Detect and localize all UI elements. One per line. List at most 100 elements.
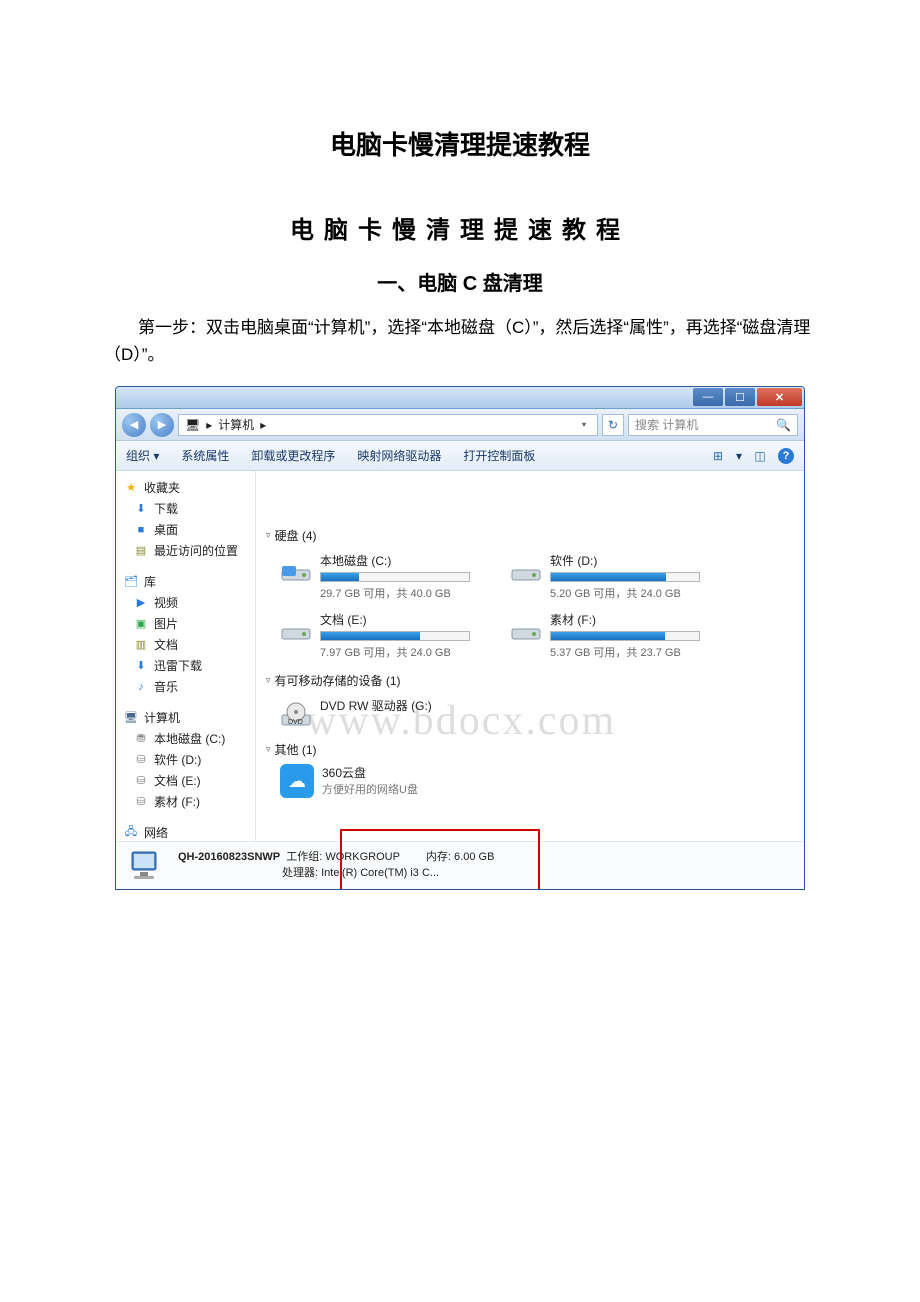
category-hard-drives[interactable]: ▿ 硬盘 (4) <box>266 525 794 546</box>
drive-icon <box>510 611 542 643</box>
breadcrumb-label: 计算机 <box>218 416 254 433</box>
drive-c[interactable]: 本地磁盘 (C:) 29.7 GB 可用，共 40.0 GB <box>280 552 480 601</box>
maximize-button[interactable]: ☐ <box>725 388 755 406</box>
cloud-title: 360云盘 <box>322 764 418 781</box>
explorer-body: ★ 收藏夹 ⬇下载 ■桌面 ▤最近访问的位置 🗂库 ▶视频 ▣图片 ▥文档 ⬇迅雷… <box>116 471 804 841</box>
drive-icon <box>510 552 542 584</box>
picture-icon: ▣ <box>134 617 148 631</box>
computer-name: QH-20160823SNWP <box>178 851 280 863</box>
drive-icon: ⛃ <box>134 732 148 746</box>
category-removable[interactable]: ▿有可移动存储的设备 (1) <box>266 670 794 691</box>
removable-grid: DVD DVD RW 驱动器 (G:) <box>266 691 794 739</box>
sidebar-item-label: 最近访问的位置 <box>154 542 238 559</box>
drive-capacity: 29.7 GB 可用，共 40.0 GB <box>320 585 480 601</box>
sidebar-computer[interactable]: 🖥 计算机 <box>116 707 255 728</box>
collapse-icon: ▿ <box>266 530 271 541</box>
category-other[interactable]: ▿其他 (1) <box>266 739 794 760</box>
view-mode-icon[interactable]: ⊞ <box>710 448 726 464</box>
drive-capacity: 5.20 GB 可用，共 24.0 GB <box>550 585 710 601</box>
control-panel-button[interactable]: 打开控制面板 <box>463 447 535 464</box>
sidebar-item-videos[interactable]: ▶视频 <box>116 592 255 613</box>
sidebar-item-drive-d[interactable]: ⛁软件 (D:) <box>116 749 255 770</box>
sidebar-item-label: 文档 (E:) <box>154 772 201 789</box>
sidebar-item-pictures[interactable]: ▣图片 <box>116 613 255 634</box>
sidebar-item-drive-c[interactable]: ⛃ 本地磁盘 (C:) <box>116 728 255 749</box>
workgroup-label: 工作组: <box>286 851 322 863</box>
sidebar-item-label: 文档 <box>154 636 178 653</box>
drive-icon <box>280 611 312 643</box>
content-area: www.bdocx.com ▿硬盘 (4) 本地磁盘 (C:) 29.7 GB … <box>256 471 804 841</box>
drive-bar <box>320 572 470 582</box>
toolbar: 组织 ▾ 系统属性 卸载或更改程序 映射网络驱动器 打开控制面板 ⊞ ▾ ◫ ? <box>116 441 804 471</box>
search-placeholder: 搜索 计算机 <box>635 416 698 433</box>
sidebar-item-label: 网络 <box>144 824 168 841</box>
step-paragraph: 第一步：双击电脑桌面“计算机”，选择“本地磁盘（C）”，然后选择“属性”，再选择… <box>0 314 920 368</box>
sidebar-item-downloads[interactable]: ⬇下载 <box>116 498 255 519</box>
drive-grid: 本地磁盘 (C:) 29.7 GB 可用，共 40.0 GB 软件 (D:) 5… <box>266 546 794 670</box>
sidebar-item-documents[interactable]: ▥文档 <box>116 634 255 655</box>
breadcrumb-sep-icon: ▸ <box>260 418 266 432</box>
drive-capacity: 7.97 GB 可用，共 24.0 GB <box>320 644 480 660</box>
sidebar-item-label: 库 <box>144 573 156 590</box>
breadcrumb-dropdown-icon[interactable]: ▾ <box>577 418 591 432</box>
drive-name: DVD RW 驱动器 (G:) <box>320 697 480 714</box>
map-drive-button[interactable]: 映射网络驱动器 <box>357 447 441 464</box>
refresh-button[interactable]: ↻ <box>602 414 624 436</box>
drive-e[interactable]: 文档 (E:) 7.97 GB 可用，共 24.0 GB <box>280 611 480 660</box>
document-title: 电脑卡慢清理提速教程 <box>0 125 920 162</box>
search-input[interactable]: 搜索 计算机 🔍 <box>628 414 798 436</box>
sidebar-library[interactable]: 🗂库 <box>116 571 255 592</box>
minimize-button[interactable]: — <box>693 388 723 406</box>
organize-button[interactable]: 组织 ▾ <box>126 447 159 464</box>
computer-icon: 🖥 <box>124 711 138 725</box>
drive-name: 文档 (E:) <box>320 611 480 628</box>
drive-name: 软件 (D:) <box>550 552 710 569</box>
drive-capacity: 5.37 GB 可用，共 23.7 GB <box>550 644 710 660</box>
drive-name: 素材 (F:) <box>550 611 710 628</box>
close-button[interactable]: ✕ <box>757 388 802 406</box>
help-icon[interactable]: ? <box>778 448 794 464</box>
drive-f[interactable]: 素材 (F:) 5.37 GB 可用，共 23.7 GB <box>510 611 710 660</box>
drive-icon <box>280 552 312 584</box>
sidebar-item-drive-f[interactable]: ⛁素材 (F:) <box>116 791 255 812</box>
sidebar-item-label: 计算机 <box>144 709 180 726</box>
annotation-highlight-box <box>340 829 540 890</box>
cloud-drive-item[interactable]: ☁ 360云盘 方便好用的网络U盘 <box>266 760 794 798</box>
dvd-icon: DVD <box>280 697 312 729</box>
music-icon: ♪ <box>134 680 148 694</box>
view-dropdown-icon[interactable]: ▾ <box>736 449 742 463</box>
sidebar-favorites[interactable]: ★ 收藏夹 <box>116 477 255 498</box>
breadcrumb-sep-icon: ▸ <box>206 418 212 432</box>
sidebar-item-recent[interactable]: ▤最近访问的位置 <box>116 540 255 561</box>
drive-bar <box>550 572 700 582</box>
download-icon: ⬇ <box>134 659 148 673</box>
category-label: 硬盘 (4) <box>275 527 317 544</box>
sidebar-network[interactable]: 🖧网络 <box>116 822 255 841</box>
computer-large-icon <box>126 848 166 884</box>
sidebar: ★ 收藏夹 ⬇下载 ■桌面 ▤最近访问的位置 🗂库 ▶视频 ▣图片 ▥文档 ⬇迅雷… <box>116 471 256 841</box>
back-button[interactable]: ◀ <box>122 413 146 437</box>
search-icon: 🔍 <box>776 418 791 432</box>
sidebar-item-label: 音乐 <box>154 678 178 695</box>
sidebar-item-music[interactable]: ♪ 音乐 <box>116 676 255 697</box>
star-icon: ★ <box>124 481 138 495</box>
drive-icon: ⛁ <box>134 753 148 767</box>
uninstall-button[interactable]: 卸载或更改程序 <box>251 447 335 464</box>
forward-button[interactable]: ▶ <box>150 413 174 437</box>
sidebar-item-drive-e[interactable]: ⛁文档 (E:) <box>116 770 255 791</box>
computer-icon: 🖥 <box>185 418 200 432</box>
drive-g-dvd[interactable]: DVD DVD RW 驱动器 (G:) <box>280 697 480 729</box>
video-icon: ▶ <box>134 596 148 610</box>
system-properties-button[interactable]: 系统属性 <box>181 447 229 464</box>
sidebar-item-label: 素材 (F:) <box>154 793 200 810</box>
sidebar-item-desktop[interactable]: ■桌面 <box>116 519 255 540</box>
sidebar-item-label: 收藏夹 <box>144 479 180 496</box>
download-icon: ⬇ <box>134 502 148 516</box>
preview-pane-icon[interactable]: ◫ <box>752 448 768 464</box>
cloud-subtitle: 方便好用的网络U盘 <box>322 781 418 797</box>
collapse-icon: ▿ <box>266 675 271 686</box>
sidebar-item-thunder[interactable]: ⬇迅雷下载 <box>116 655 255 676</box>
sidebar-item-label: 本地磁盘 (C:) <box>154 730 225 747</box>
drive-d[interactable]: 软件 (D:) 5.20 GB 可用，共 24.0 GB <box>510 552 710 601</box>
breadcrumb[interactable]: 🖥 ▸ 计算机 ▸ ▾ <box>178 414 598 436</box>
